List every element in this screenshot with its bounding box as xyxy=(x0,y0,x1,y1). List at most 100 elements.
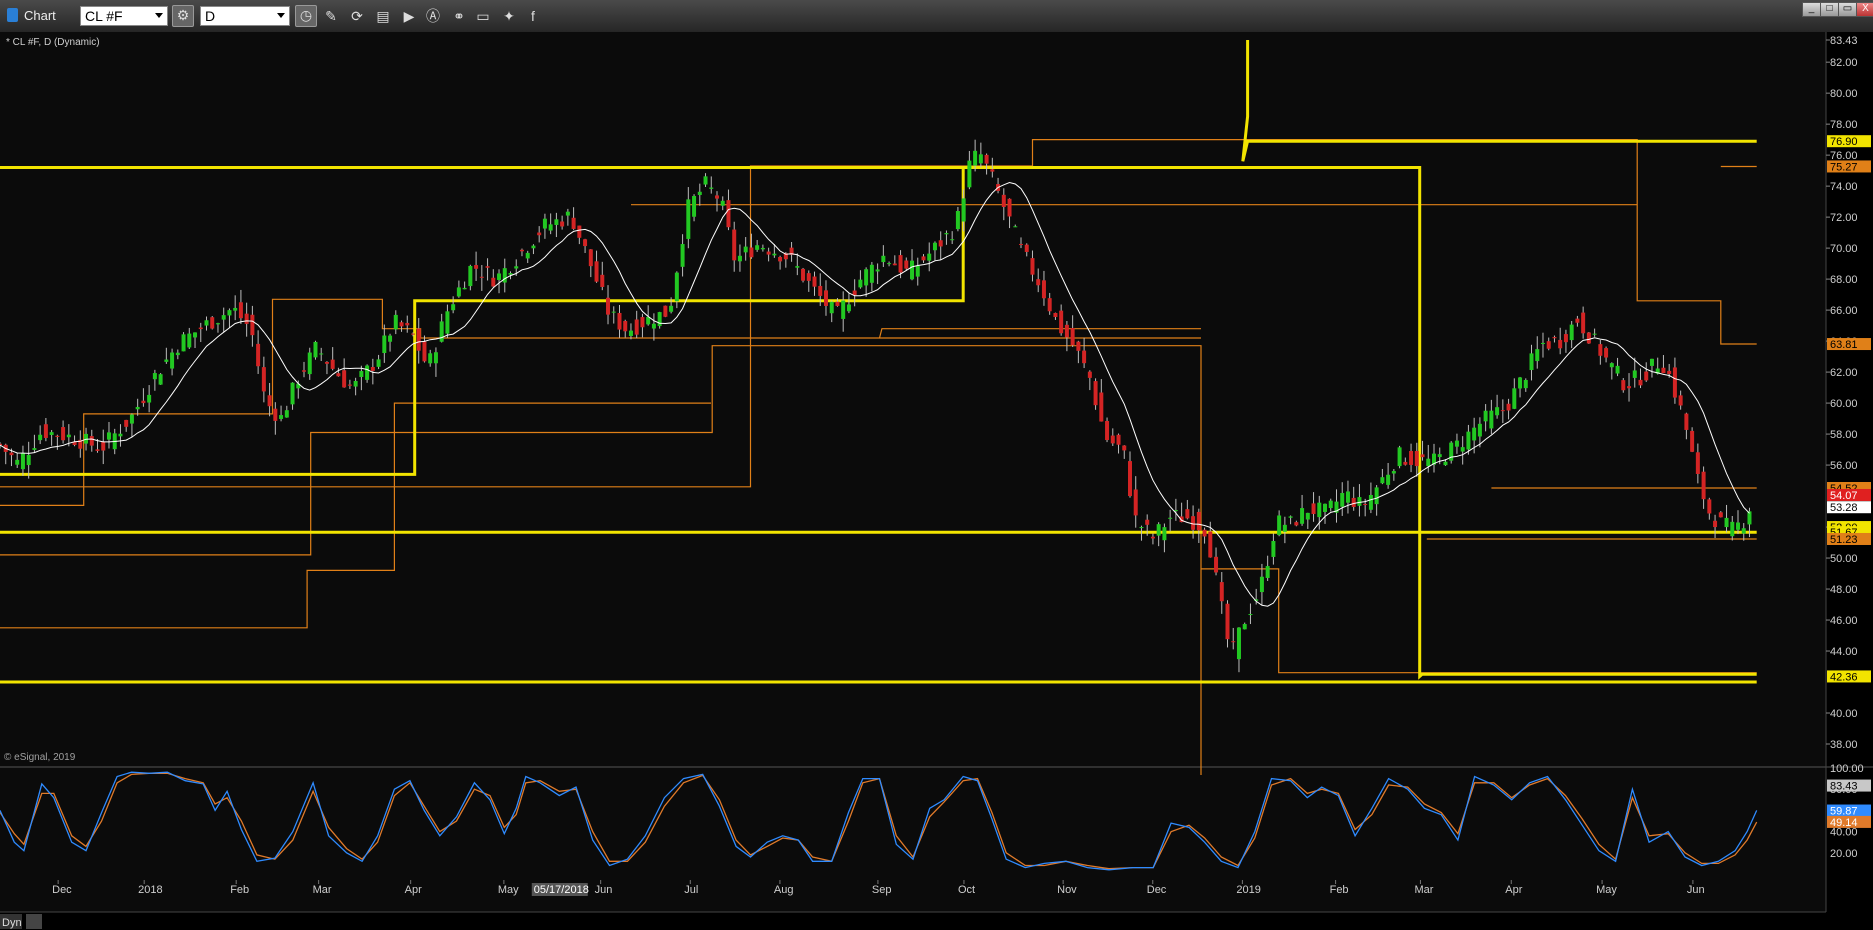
time-label-0: Dec xyxy=(52,884,72,896)
time-label-9: Sep xyxy=(872,884,892,896)
candle-body-194 xyxy=(1110,435,1115,444)
time-label-6: Jun xyxy=(595,884,613,896)
price-tick-label-1: 40.00 xyxy=(1830,708,1858,720)
candle-body-28 xyxy=(158,374,163,385)
time-label-2: Feb xyxy=(230,884,249,896)
candle-body-71 xyxy=(405,322,410,326)
candle-body-11 xyxy=(61,427,66,441)
clock-icon[interactable]: ◷ xyxy=(295,5,317,27)
candle-body-7 xyxy=(38,434,43,441)
candle-body-283 xyxy=(1621,380,1626,391)
candle-body-144 xyxy=(823,290,828,306)
candle-body-154 xyxy=(881,255,886,263)
candle-body-285 xyxy=(1632,370,1637,378)
candle-body-23 xyxy=(129,414,134,424)
candle-body-213 xyxy=(1219,582,1224,602)
interval-dropdown[interactable]: D xyxy=(200,6,290,26)
candle-body-96 xyxy=(548,224,553,231)
candle-body-72 xyxy=(410,333,415,335)
candle-body-225 xyxy=(1288,516,1293,518)
candle-body-68 xyxy=(388,335,393,342)
candle-body-195 xyxy=(1116,434,1121,445)
candle-body-300 xyxy=(1718,512,1723,518)
twitter-icon[interactable]: ✦ xyxy=(500,7,518,25)
scale-toggle-button[interactable] xyxy=(26,914,42,929)
candle-body-240 xyxy=(1374,487,1379,505)
candle-body-62 xyxy=(353,380,358,387)
minimize-button[interactable]: _ xyxy=(1802,2,1821,17)
candle-body-151 xyxy=(864,269,869,286)
maximize-button[interactable]: ▭ xyxy=(1838,2,1857,17)
a-icon[interactable]: Ⓐ xyxy=(424,7,442,25)
candle-body-262 xyxy=(1500,410,1505,412)
candle-body-146 xyxy=(835,301,840,306)
candle-body-5 xyxy=(26,454,31,466)
candle-body-261 xyxy=(1495,407,1500,416)
candle-body-292 xyxy=(1672,367,1677,398)
price-tick-label-7: 56.00 xyxy=(1830,460,1858,472)
candle-body-12 xyxy=(66,434,71,438)
candle-body-192 xyxy=(1099,392,1104,422)
candle-body-9 xyxy=(49,432,54,435)
candle-body-153 xyxy=(875,269,880,272)
symbol-dropdown[interactable]: CL #F xyxy=(80,6,168,26)
candle-body-161 xyxy=(921,256,926,261)
candle-body-258 xyxy=(1477,423,1482,437)
candle-body-37 xyxy=(210,317,215,329)
candle-body-166 xyxy=(950,239,955,241)
candle-body-91 xyxy=(519,249,524,252)
stoch-tick-label-0: 20.00 xyxy=(1830,848,1858,860)
refresh-icon[interactable]: ⟳ xyxy=(348,7,366,25)
facebook-icon[interactable]: f xyxy=(524,7,542,25)
candle-body-42 xyxy=(238,302,243,319)
price-tag-label-9: 42.36 xyxy=(1830,671,1858,683)
candle-body-141 xyxy=(806,273,811,281)
candle-body-242 xyxy=(1386,474,1391,485)
candle-body-152 xyxy=(869,264,874,283)
candle-body-193 xyxy=(1105,420,1110,441)
sheet-icon[interactable]: ▤ xyxy=(374,7,392,25)
price-tick-label-12: 66.00 xyxy=(1830,305,1858,317)
candle-body-210 xyxy=(1202,529,1207,537)
candle-body-74 xyxy=(422,341,427,362)
play-icon[interactable]: ▶ xyxy=(400,7,418,25)
candle-body-279 xyxy=(1598,344,1603,356)
candle-body-61 xyxy=(347,384,352,386)
candle-body-232 xyxy=(1328,500,1333,509)
candle-body-274 xyxy=(1569,324,1574,341)
close-button[interactable]: X xyxy=(1856,2,1873,17)
candle-body-224 xyxy=(1282,524,1287,532)
restore-button[interactable]: □ xyxy=(1820,2,1839,17)
chart-label: * CL #F, D (Dynamic) xyxy=(6,37,100,48)
candle-body-301 xyxy=(1724,517,1729,528)
candle-body-191 xyxy=(1093,381,1098,406)
comment-icon[interactable]: ▭ xyxy=(474,7,492,25)
candle-body-244 xyxy=(1397,447,1402,467)
candle-body-165 xyxy=(944,233,949,235)
candle-body-265 xyxy=(1518,377,1523,389)
candle-body-302 xyxy=(1730,521,1735,537)
candle-body-55 xyxy=(313,341,318,358)
pencil-icon[interactable]: ✎ xyxy=(322,7,340,25)
candle-body-4 xyxy=(20,453,25,470)
time-label-1: 2018 xyxy=(138,884,162,896)
time-label-12: Dec xyxy=(1147,884,1167,896)
candle-body-202 xyxy=(1156,524,1161,536)
candle-body-254 xyxy=(1454,440,1459,447)
candle-body-271 xyxy=(1552,337,1557,339)
candle-body-294 xyxy=(1684,413,1689,430)
candle-body-105 xyxy=(600,274,605,287)
candle-body-57 xyxy=(324,361,329,364)
candle-body-56 xyxy=(319,353,324,355)
chart-area[interactable]: 38.0040.0044.0046.0048.0050.0052.0056.00… xyxy=(0,32,1873,930)
time-axis-background xyxy=(0,912,1873,930)
candle-body-212 xyxy=(1214,556,1219,573)
candle-body-248 xyxy=(1420,454,1425,458)
settings-gear-button[interactable]: ⚙ xyxy=(172,5,194,27)
candle-body-134 xyxy=(766,251,771,255)
time-label-18: Jun xyxy=(1687,884,1705,896)
candle-body-176 xyxy=(1007,198,1012,217)
stoch-tick-label-4: 100.00 xyxy=(1830,763,1864,775)
candle-body-290 xyxy=(1661,367,1666,374)
link-icon[interactable]: ⚭ xyxy=(450,7,468,25)
